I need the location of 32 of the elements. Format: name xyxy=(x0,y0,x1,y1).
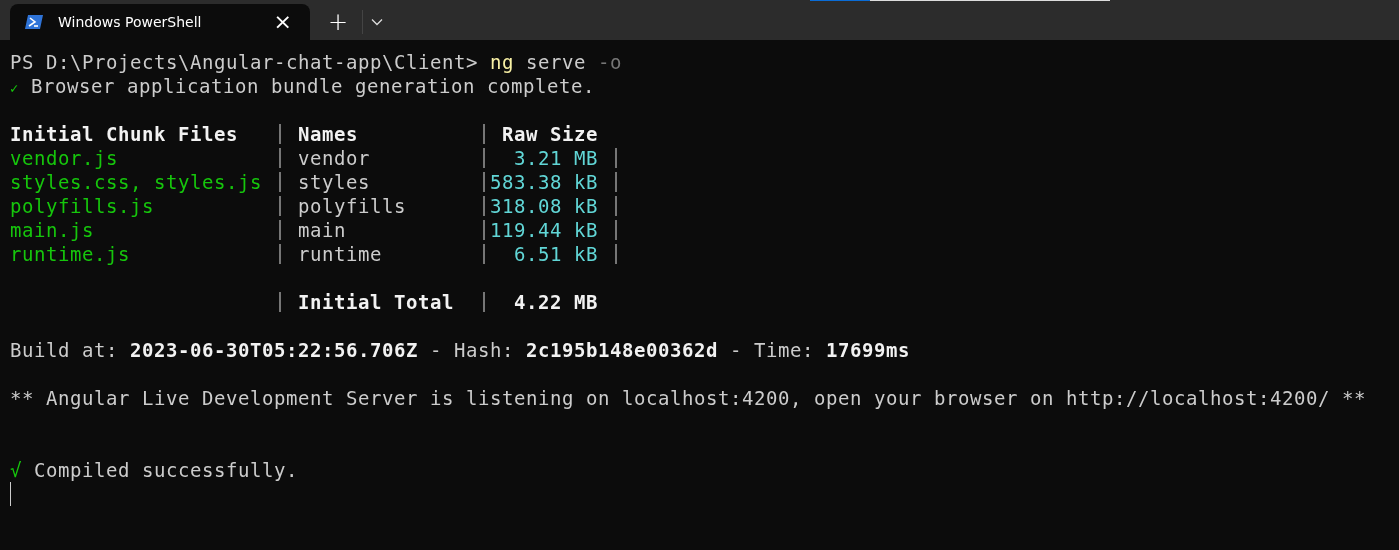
file-size: 583.38 kB xyxy=(490,170,598,194)
total-label: Initial Total xyxy=(298,290,454,314)
file-size: 3.21 MB xyxy=(514,146,598,170)
file-name: vendor.js xyxy=(10,146,118,170)
text-cursor xyxy=(10,482,11,506)
close-button[interactable]: × xyxy=(267,9,298,35)
chunk-name: polyfills xyxy=(298,194,406,218)
dropdown-chevron-icon[interactable] xyxy=(371,18,384,26)
powershell-icon xyxy=(24,14,44,30)
chunk-name: main xyxy=(298,218,346,242)
file-size: 318.08 kB xyxy=(490,194,598,218)
new-tab-button[interactable]: + xyxy=(322,4,355,40)
chunk-name: runtime xyxy=(298,242,382,266)
file-size: 119.44 kB xyxy=(490,218,598,242)
total-size: 4.22 MB xyxy=(514,290,598,314)
file-name: main.js xyxy=(10,218,94,242)
column-header: Raw Size xyxy=(502,122,598,146)
tab-title: Windows PowerShell xyxy=(58,14,203,30)
status-line: ✓ Browser application bundle generation complete. xyxy=(10,74,595,98)
build-info: Build at: 2023-06-30T05:22:56.706Z - Hash: 2c195b148e00362d - Time: 17699ms xyxy=(10,338,910,362)
compiled-line: √ Compiled successfully. xyxy=(10,458,298,482)
chunk-name: styles xyxy=(298,170,370,194)
file-name: runtime.js xyxy=(10,242,130,266)
file-name: polyfills.js xyxy=(10,194,154,218)
column-header: Initial Chunk Files xyxy=(10,122,238,146)
server-message: ** Angular Live Development Server is listening on localhost:4200, open your browser on http://localhost:4200/ ** xyxy=(10,386,1366,410)
file-size: 6.51 kB xyxy=(514,242,598,266)
column-header: Names xyxy=(298,122,358,146)
file-name: styles.css, styles.js xyxy=(10,170,262,194)
prompt-line: PS D:\Projects\Angular-chat-app\Client> ng serve -o xyxy=(10,50,622,74)
chunk-name: vendor xyxy=(298,146,370,170)
terminal-tab[interactable]: Windows PowerShell × xyxy=(10,4,310,40)
